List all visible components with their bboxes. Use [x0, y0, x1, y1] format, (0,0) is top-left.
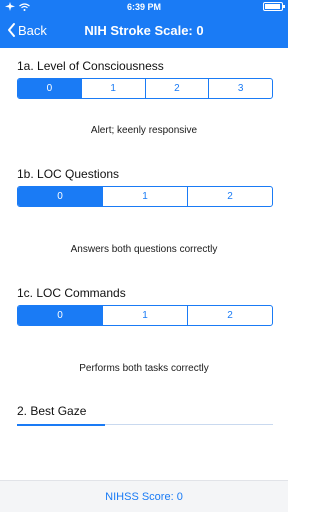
section-title-2: 2. Best Gaze [17, 404, 87, 418]
option-1a-1[interactable]: 1 [80, 79, 145, 98]
status-right [263, 2, 285, 11]
status-time: 6:39 PM [126, 2, 161, 12]
section-title-1c: 1c. LOC Commands [17, 286, 126, 300]
description-1a: Alert; keenly responsive [90, 125, 198, 136]
scale-list[interactable]: 1a. Level of Consciousness 0 1 2 3 Alert… [0, 48, 288, 480]
header-bar: 6:39 PM Back NIH Stroke Scale: 0 [0, 0, 288, 48]
status-bar: 6:39 PM [0, 0, 288, 14]
description-1c: Performs both tasks correctly [79, 363, 209, 374]
segment-selected-edge [17, 424, 105, 426]
option-1a-0[interactable]: 0 [18, 79, 81, 98]
option-1b-0[interactable]: 0 [18, 187, 102, 206]
segmented-control-1b: 0 1 2 [17, 186, 273, 207]
section-title-1b: 1b. LOC Questions [17, 167, 120, 181]
page-title: NIH Stroke Scale: 0 [84, 23, 204, 38]
option-1a-3[interactable]: 3 [208, 79, 272, 98]
navigation-bar: Back NIH Stroke Scale: 0 [0, 16, 288, 46]
score-footer: NIHSS Score: 0 [0, 480, 288, 512]
section-title-1a: 1a. Level of Consciousness [17, 59, 164, 73]
segmented-control-2-partial[interactable] [17, 424, 273, 426]
option-1a-2[interactable]: 2 [144, 79, 209, 98]
option-1c-2[interactable]: 2 [187, 306, 272, 325]
option-1c-1[interactable]: 1 [102, 306, 187, 325]
segmented-control-1a: 0 1 2 3 [17, 78, 273, 99]
option-1c-0[interactable]: 0 [18, 306, 102, 325]
description-1b: Answers both questions correctly [70, 244, 218, 255]
option-1b-2[interactable]: 2 [187, 187, 272, 206]
segment-divider-line [105, 424, 273, 425]
segmented-control-1c: 0 1 2 [17, 305, 273, 326]
nihss-score-label: NIHSS Score: 0 [105, 490, 183, 503]
battery-icon [263, 2, 285, 11]
option-1b-1[interactable]: 1 [102, 187, 187, 206]
